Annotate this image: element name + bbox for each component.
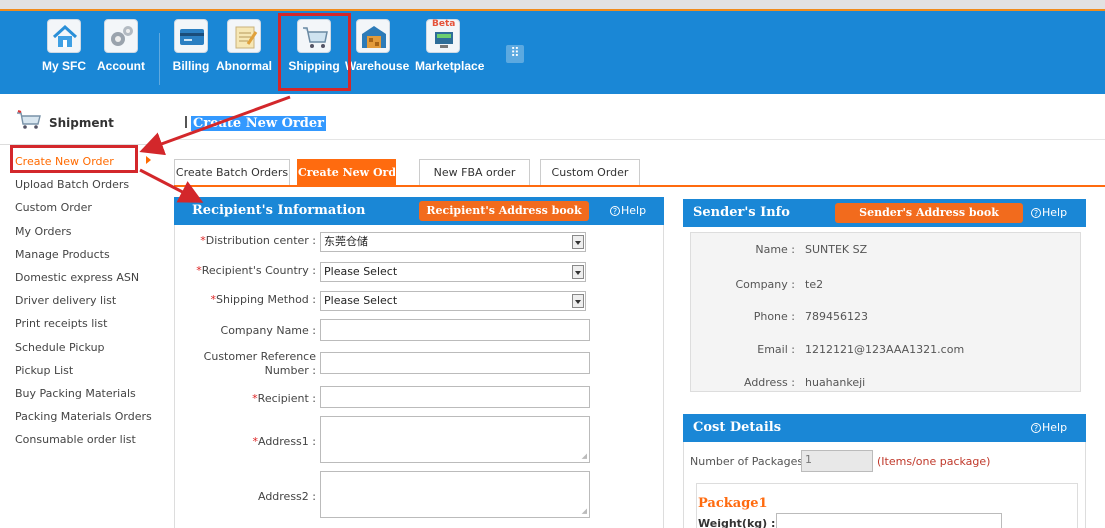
sender-phone-value: 789456123 [805, 310, 868, 323]
chevron-down-icon [572, 265, 584, 279]
cart-icon [17, 110, 41, 129]
weight-label: Weight(kg) : [698, 517, 776, 528]
grid-menu-icon[interactable]: ⠿ [506, 45, 524, 63]
chevron-down-icon [572, 235, 584, 249]
nav-my-sfc[interactable]: My SFC [36, 19, 92, 73]
browser-top-strip [0, 0, 1105, 9]
shipping-method-label: *Shipping Method : [210, 293, 316, 306]
sender-info-box [690, 232, 1081, 392]
divider [174, 139, 1105, 140]
help-link[interactable]: ? Help [610, 204, 646, 217]
tab-underline [174, 185, 1105, 187]
nav-label: Abnormal [216, 59, 273, 73]
nav-shipping[interactable]: Shipping [286, 19, 342, 73]
beta-badge: Beta [432, 19, 456, 29]
recipient-country-select[interactable]: Please Select [320, 262, 586, 282]
sidebar-item-driver-delivery-list[interactable]: Driver delivery list [15, 289, 152, 312]
warehouse-icon [356, 19, 390, 53]
cost-panel-header: Cost Details ? Help [683, 414, 1086, 442]
address1-textarea[interactable]: ◢ [320, 416, 590, 463]
sidebar-title: Shipment [49, 116, 114, 130]
monitor-icon: Beta [426, 19, 460, 53]
sidebar-item-domestic-express-asn[interactable]: Domestic express ASN [15, 266, 152, 289]
sidebar-item-print-receipts-list[interactable]: Print receipts list [15, 312, 152, 335]
customer-reference-input[interactable] [320, 352, 590, 374]
sidebar-item-my-orders[interactable]: My Orders [15, 220, 152, 243]
page-title: Create New Order [185, 116, 326, 131]
sidebar-item-packing-materials-orders[interactable]: Packing Materials Orders [15, 405, 152, 428]
recipient-address-book-button[interactable]: Recipient's Address book [419, 201, 589, 221]
cost-panel-title: Cost Details [693, 420, 782, 435]
tab-create-new-order[interactable]: Create New Ord [297, 159, 396, 186]
sidebar-item-create-new-order[interactable]: Create New Order [15, 150, 152, 173]
nav-label: Billing [172, 59, 210, 73]
sidebar-item-consumable-order-list[interactable]: Consumable order list [15, 428, 152, 451]
notepad-icon [227, 19, 261, 53]
help-icon: ? [1031, 208, 1041, 218]
number-of-packages-label: Number of Packages : [690, 455, 811, 468]
company-name-label: Company Name : [220, 324, 316, 337]
tab-new-fba-order[interactable]: New FBA order [419, 159, 530, 186]
nav-label: My SFC [41, 59, 86, 73]
nav-warehouse[interactable]: Warehouse [345, 19, 410, 73]
sender-address-value: huahankeji [805, 376, 866, 389]
nav-label: Marketplace [415, 59, 485, 73]
sidebar: Shipment Create New Order Upload Batch O… [0, 94, 162, 528]
cart-icon [297, 19, 331, 53]
nav-label: Warehouse [345, 59, 410, 73]
nav-account[interactable]: Account [93, 19, 149, 73]
gears-icon [104, 19, 138, 53]
sidebar-item-buy-packing-materials[interactable]: Buy Packing Materials [15, 382, 152, 405]
address2-label: Address2 : [257, 490, 316, 503]
help-link[interactable]: ? Help [1031, 206, 1067, 219]
top-navigation-bar: My SFC Account Billing Abnormal Shipping… [0, 9, 1105, 94]
customer-reference-label: Customer Reference Number : [203, 350, 316, 377]
packages-hint: (Items/one package) [877, 455, 991, 468]
shipping-method-select[interactable]: Please Select [320, 291, 586, 311]
chevron-down-icon [572, 294, 584, 308]
sender-company-value: te2 [805, 278, 824, 291]
sender-email-value: 1212121@123AAA1321.com [805, 343, 965, 356]
tab-custom-order[interactable]: Custom Order [540, 159, 640, 186]
active-indicator-icon [146, 156, 151, 164]
nav-label: Account [97, 59, 145, 73]
sidebar-item-upload-batch-orders[interactable]: Upload Batch Orders [15, 173, 152, 196]
nav-label: Shipping [288, 59, 340, 73]
sidebar-item-custom-order[interactable]: Custom Order [15, 196, 152, 219]
address2-textarea[interactable]: ◢ [320, 471, 590, 518]
help-link[interactable]: ? Help [1031, 421, 1067, 434]
nav-marketplace[interactable]: Beta Marketplace [415, 19, 485, 73]
company-name-input[interactable] [320, 319, 590, 341]
distribution-center-select[interactable]: 东莞仓储 [320, 232, 586, 252]
sender-name-value: SUNTEK SZ [805, 243, 868, 256]
sidebar-menu: Create New Order Upload Batch Orders Cus… [15, 150, 152, 451]
nav-billing[interactable]: Billing [163, 19, 219, 73]
recipient-panel-title: Recipient's Information [192, 203, 366, 218]
home-icon [47, 19, 81, 53]
recipient-panel-header: Recipient's Information Recipient's Addr… [174, 197, 664, 225]
number-of-packages-input[interactable]: 1 [801, 450, 873, 472]
help-icon: ? [610, 206, 620, 216]
weight-input[interactable] [776, 513, 1002, 528]
sidebar-item-pickup-list[interactable]: Pickup List [15, 359, 152, 382]
nav-abnormal[interactable]: Abnormal [216, 19, 272, 73]
recipient-name-input[interactable] [320, 386, 590, 408]
distribution-center-label: *Distribution center : [200, 234, 316, 247]
sender-address-book-button[interactable]: Sender's Address book [835, 203, 1023, 223]
credit-card-icon [174, 19, 208, 53]
sidebar-item-manage-products[interactable]: Manage Products [15, 243, 152, 266]
sidebar-item-schedule-pickup[interactable]: Schedule Pickup [15, 336, 152, 359]
tab-create-batch-orders[interactable]: Create Batch Orders [174, 159, 290, 186]
nav-divider [159, 33, 160, 85]
sender-panel-header: Sender's Info Sender's Address book ? Hel… [683, 199, 1086, 227]
recipient-name-label: *Recipient : [252, 392, 316, 405]
package-title: Package1 [698, 496, 768, 511]
divider [0, 144, 162, 145]
sender-panel-title: Sender's Info [693, 205, 790, 220]
recipient-country-label: *Recipient's Country : [196, 264, 316, 277]
help-icon: ? [1031, 423, 1041, 433]
address1-label: *Address1 : [252, 435, 316, 448]
